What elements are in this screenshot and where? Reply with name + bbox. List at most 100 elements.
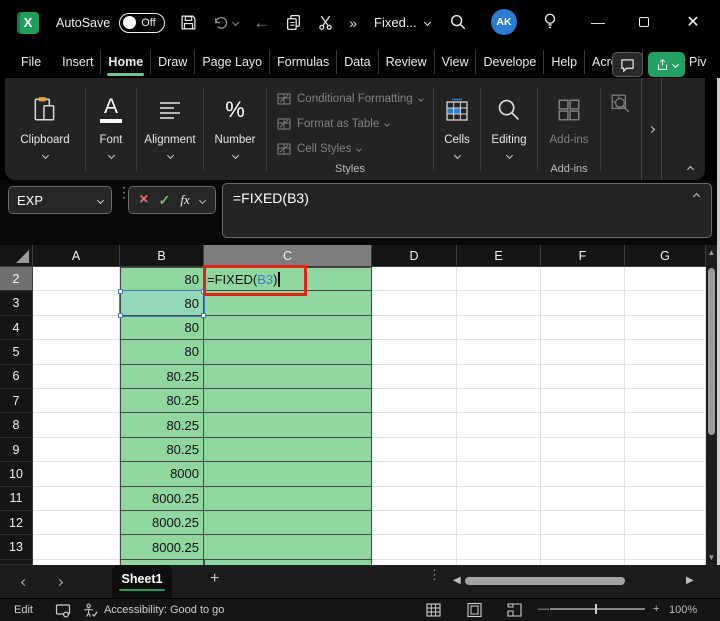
cell-F7[interactable] [541,389,625,414]
cell-B13[interactable]: 8000.25 [120,535,204,560]
row-header-9[interactable]: 9 [0,437,33,463]
menu-tab-help[interactable]: Help [543,49,584,74]
editing-group[interactable]: Editing [481,78,537,180]
font-group[interactable]: A Font [86,78,136,180]
column-header-E[interactable]: E [457,245,541,267]
comments-button[interactable] [612,52,643,77]
cut-button[interactable] [317,14,334,31]
cell-F4[interactable] [541,315,625,341]
cell-B3[interactable]: 80 [120,291,204,316]
cell-G9[interactable] [625,437,706,463]
cell-D2[interactable] [372,267,457,292]
row-header-6[interactable]: 6 [0,364,33,390]
cell-F11[interactable] [541,486,625,512]
cell-A2[interactable] [33,267,120,292]
maximize-button[interactable] [630,8,658,36]
cell-D13[interactable] [372,535,457,560]
add-sheet-button[interactable]: + [210,570,219,588]
share-button[interactable] [648,52,685,77]
cell-E12[interactable] [457,511,541,536]
cell-E10[interactable] [457,462,541,487]
collapse-formula-bar-icon[interactable] [692,192,701,201]
cell-D9[interactable] [372,437,457,463]
cell-A4[interactable] [33,315,120,341]
menu-tab-file[interactable]: File [14,50,55,74]
cell-E11[interactable] [457,486,541,512]
row-header-4[interactable]: 4 [0,315,33,341]
cell-G2[interactable] [625,267,706,292]
cell-F8[interactable] [541,413,625,438]
formula-input[interactable]: =FIXED(B3) [222,183,712,238]
cell-F3[interactable] [541,291,625,316]
cell-G12[interactable] [625,511,706,536]
cell-G8[interactable] [625,413,706,438]
fx-dropdown-icon[interactable] [198,196,206,204]
collapse-ribbon-icon[interactable] [686,165,695,174]
cell-G3[interactable] [625,291,706,316]
cell-B4[interactable]: 80 [120,315,204,341]
close-button[interactable]: ✕ [679,8,707,36]
cell-A13[interactable] [33,535,120,560]
cell-F13[interactable] [541,535,625,560]
cell-E13[interactable] [457,535,541,560]
cell-B12[interactable]: 8000.25 [120,511,204,536]
cell-A11[interactable] [33,486,120,512]
column-header-G[interactable]: G [625,245,706,267]
cell-C7[interactable] [204,389,372,414]
cell-D8[interactable] [372,413,457,438]
vertical-scrollbar[interactable]: ▲ ▼ [706,245,717,565]
cell-F12[interactable] [541,511,625,536]
cell-B6[interactable]: 80.25 [120,364,204,390]
macro-record-button[interactable] [55,603,71,618]
cell-F5[interactable] [541,340,625,365]
cell-E3[interactable] [457,291,541,316]
cell-D12[interactable] [372,511,457,536]
menu-tab-data[interactable]: Data [336,49,377,74]
cell-C11[interactable] [204,486,372,512]
menu-tab-draw[interactable]: Draw [150,49,194,74]
excel-app-icon[interactable]: X [17,11,39,34]
cell-D7[interactable] [372,389,457,414]
hscroll-left-icon[interactable]: ◀ [453,575,461,586]
menu-tab-view[interactable]: View [433,49,476,74]
column-header-D[interactable]: D [372,245,457,267]
document-title[interactable]: Fixed... [374,15,431,30]
row-header-8[interactable]: 8 [0,413,33,438]
cell-G7[interactable] [625,389,706,414]
cancel-icon[interactable]: × [139,192,148,208]
cell-A12[interactable] [33,511,120,536]
vertical-scroll-thumb[interactable] [708,268,715,435]
cell-A10[interactable] [33,462,120,487]
column-header-F[interactable]: F [541,245,625,267]
cell-G6[interactable] [625,364,706,390]
row-header-13[interactable]: 13 [0,535,33,560]
cell-F6[interactable] [541,364,625,390]
row-header-3[interactable]: 3 [0,291,33,316]
search-button[interactable] [449,13,467,36]
menu-tab-formulas[interactable]: Formulas [269,49,336,74]
column-header-B[interactable]: B [120,245,204,267]
save-button[interactable] [180,14,197,31]
cell-B11[interactable]: 8000.25 [120,486,204,512]
cell-D4[interactable] [372,315,457,341]
alignment-group[interactable]: Alignment [137,78,203,180]
cell-C8[interactable] [204,413,372,438]
row-header-2[interactable]: 2 [0,267,33,292]
cell-B10[interactable]: 8000 [120,462,204,487]
cell-C2[interactable]: =FIXED(B3) [204,267,372,292]
cell-D6[interactable] [372,364,457,390]
cell-F2[interactable] [541,267,625,292]
hscroll-right-icon[interactable]: ▶ [686,575,694,586]
number-group[interactable]: % Number [204,78,266,180]
menu-tab-insert[interactable]: Insert [55,50,100,74]
cell-C6[interactable] [204,364,372,390]
cell-D3[interactable] [372,291,457,316]
page-layout-view-button[interactable] [466,602,483,621]
horizontal-scroll-thumb[interactable] [465,577,625,585]
next-sheet-button[interactable] [55,573,64,588]
cell-D5[interactable] [372,340,457,365]
cell-A9[interactable] [33,437,120,463]
cell-C13[interactable] [204,535,372,560]
cell-E5[interactable] [457,340,541,365]
cell-B5[interactable]: 80 [120,340,204,365]
